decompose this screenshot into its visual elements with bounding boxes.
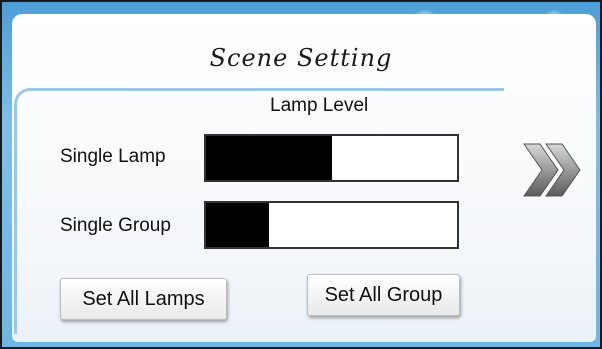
set-all-lamps-button[interactable]: Set All Lamps: [60, 278, 227, 320]
single-group-level-bar[interactable]: [204, 201, 459, 249]
next-page-button[interactable]: [520, 138, 588, 202]
lamp-level-heading: Lamp Level: [270, 95, 369, 116]
single-group-level-fill: [206, 203, 269, 247]
single-lamp-level-fill: [206, 136, 332, 180]
screen-title: Scene Setting: [209, 44, 393, 72]
double-chevron-right-icon: [523, 143, 581, 197]
single-lamp-level-bar[interactable]: [204, 134, 459, 182]
single-group-label: Single Group: [60, 215, 171, 236]
set-all-group-button[interactable]: Set All Group: [307, 274, 460, 316]
single-lamp-label: Single Lamp: [60, 146, 166, 167]
